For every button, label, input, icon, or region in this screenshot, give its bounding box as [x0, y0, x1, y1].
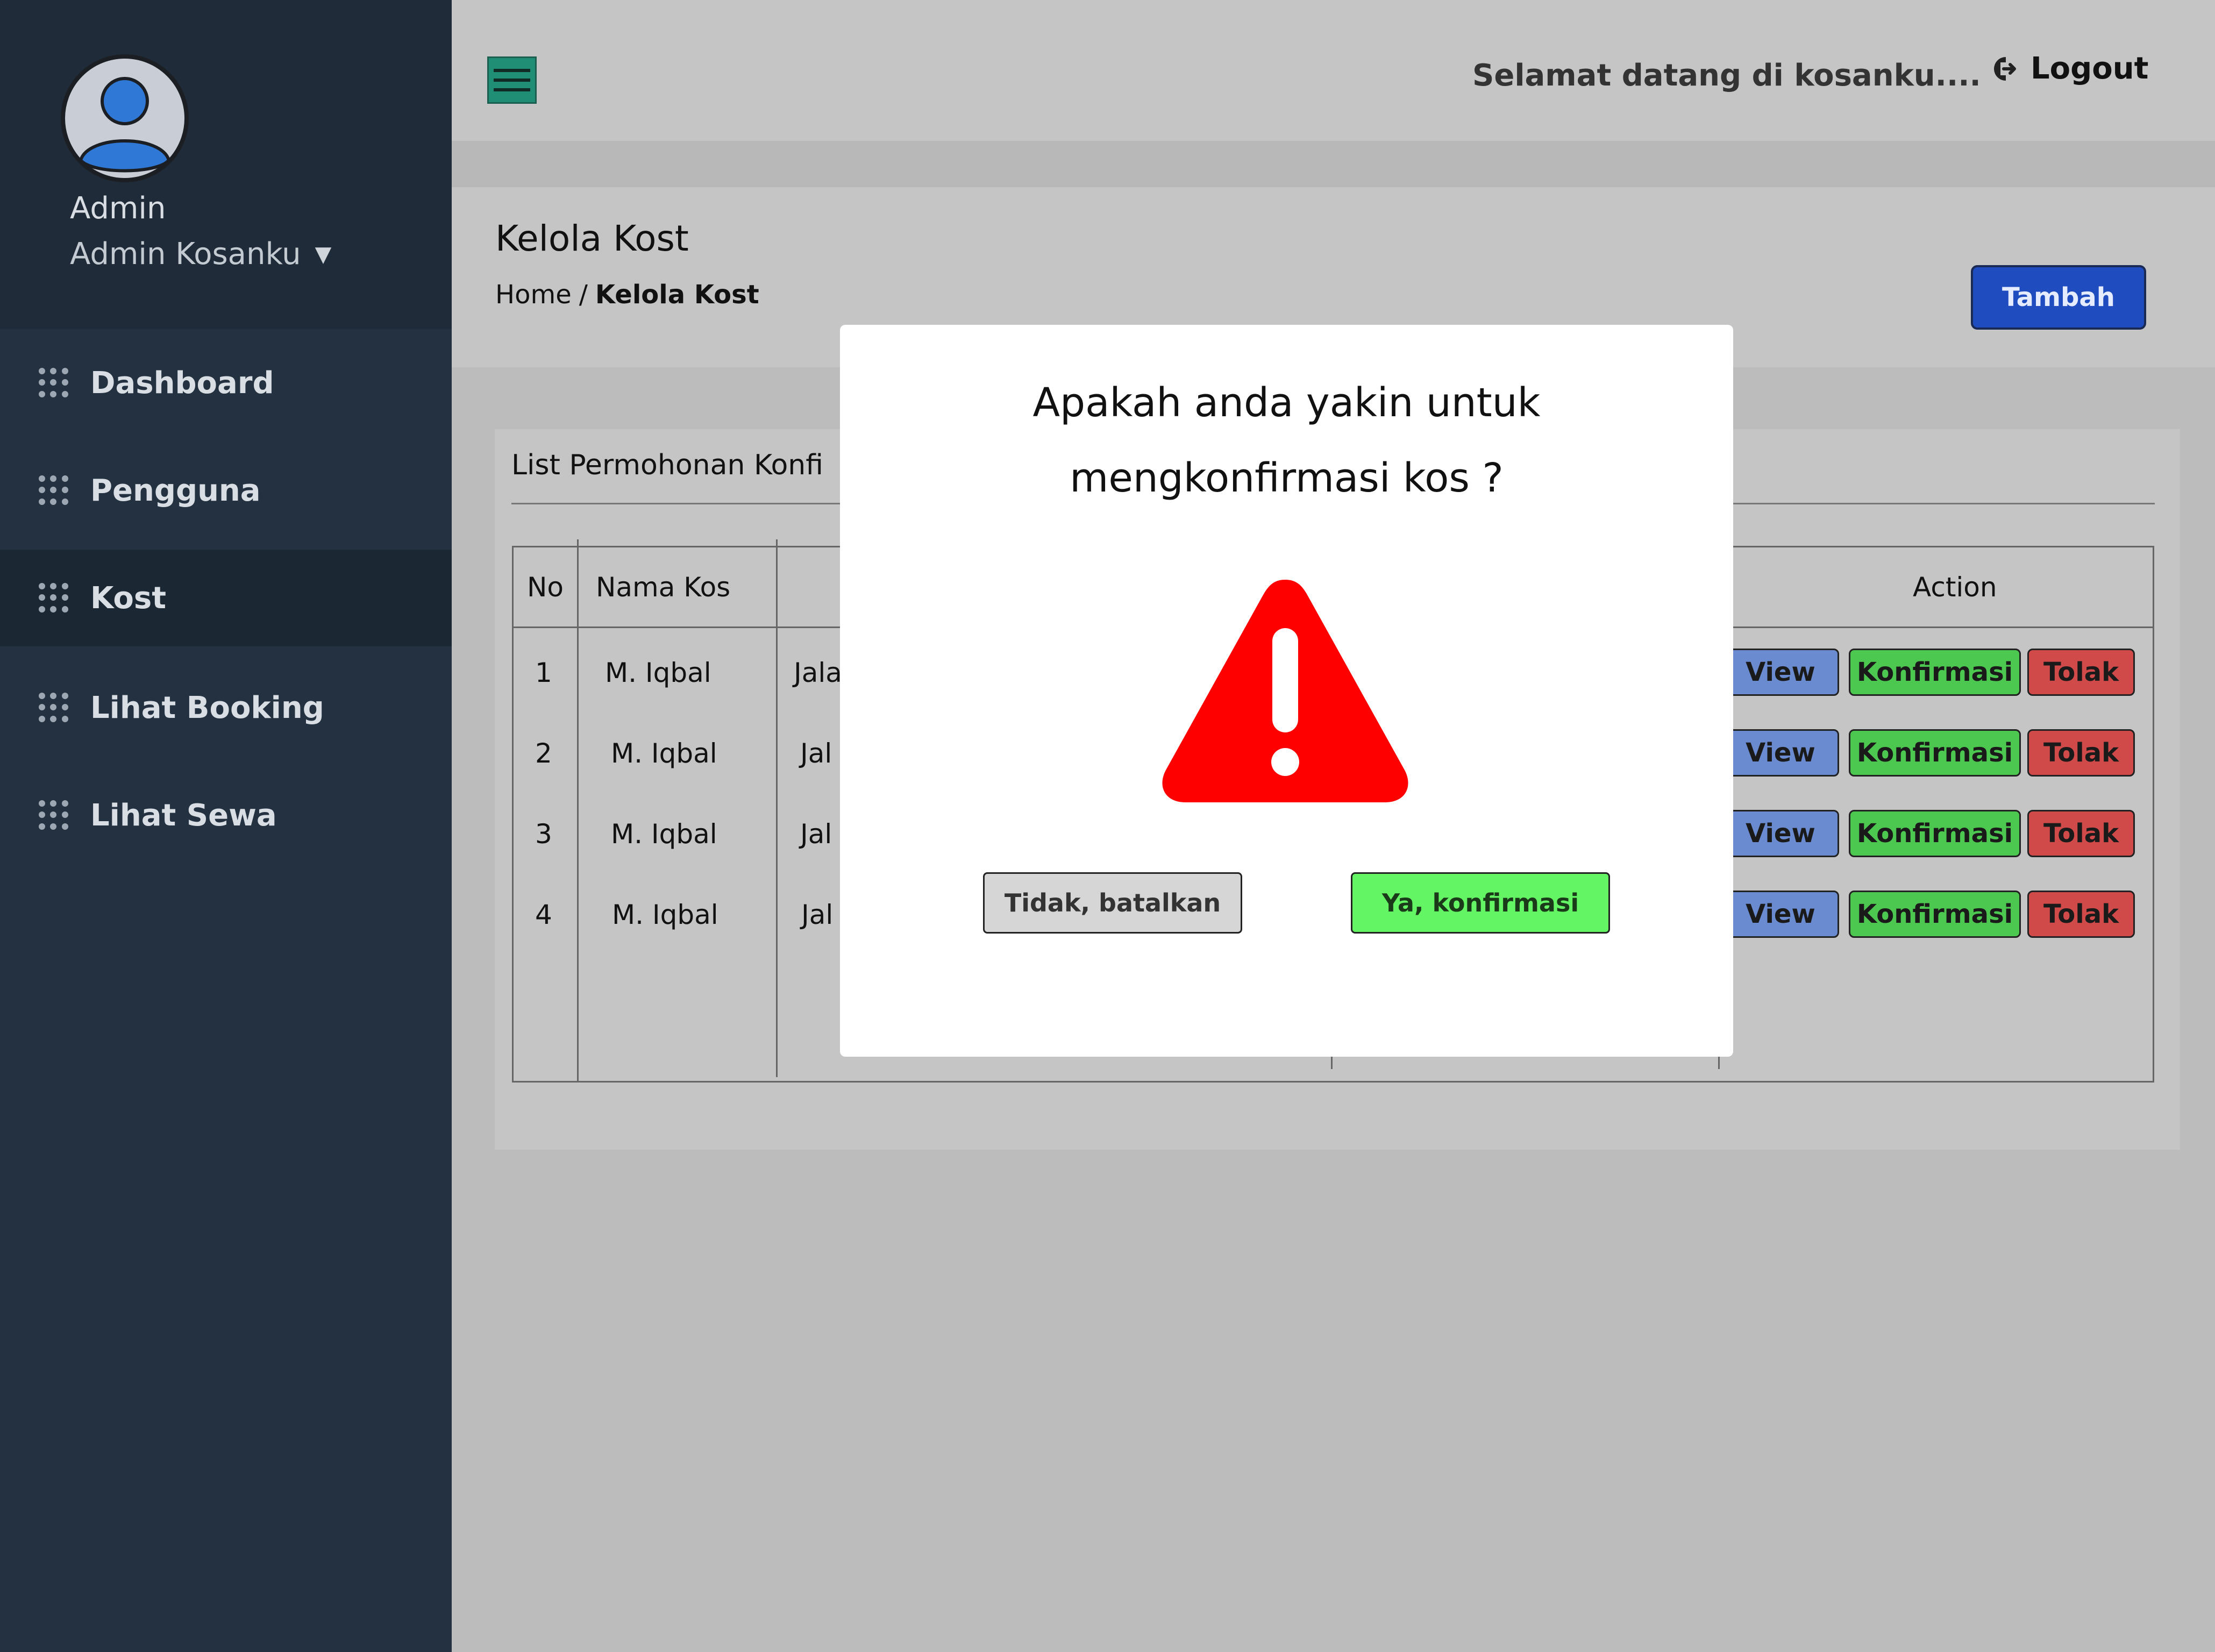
reject-button[interactable]: Tolak — [2027, 649, 2135, 696]
breadcrumb-home[interactable]: Home — [495, 280, 572, 310]
header-nama-kos: Nama Kos — [596, 572, 731, 603]
reject-button[interactable]: Tolak — [2027, 729, 2135, 777]
row-name: M. Iqbal — [611, 738, 717, 769]
sidebar-item-lihat-sewa[interactable]: Lihat Sewa — [0, 767, 452, 864]
breadcrumb-separator: / — [579, 280, 588, 310]
card-title: List Permohonan Konfi — [511, 449, 823, 481]
confirm-row-button[interactable]: Konfirmasi — [1849, 729, 2021, 777]
caret-down-icon: ▼ — [315, 241, 332, 267]
sidebar-item-label: Lihat Sewa — [90, 797, 277, 833]
divider-stripe — [452, 141, 2215, 187]
confirm-row-button[interactable]: Konfirmasi — [1849, 649, 2021, 696]
column-divider — [577, 539, 579, 1083]
admin-name: Admin — [70, 191, 166, 226]
add-button[interactable]: Tambah — [1971, 265, 2146, 330]
row-name: M. Iqbal — [605, 657, 711, 688]
confirm-row-button[interactable]: Konfirmasi — [1849, 891, 2021, 938]
sidebar-item-label: Kost — [90, 580, 166, 616]
row-no: 2 — [535, 738, 552, 769]
sidebar-item-lihat-booking[interactable]: Lihat Booking — [0, 659, 452, 756]
admin-role-label: Admin Kosanku — [70, 237, 301, 272]
grid-dots-icon — [39, 368, 69, 398]
header-no: No — [527, 572, 564, 603]
grid-dots-icon — [39, 583, 69, 613]
row-name: M. Iqbal — [612, 899, 718, 930]
grid-dots-icon — [39, 693, 69, 723]
hamburger-menu-icon[interactable] — [487, 56, 537, 104]
welcome-text: Selamat datang di kosanku.... — [1472, 58, 1981, 93]
grid-dots-icon — [39, 800, 69, 830]
reject-button[interactable]: Tolak — [2027, 891, 2135, 938]
cancel-button[interactable]: Tidak, batalkan — [983, 872, 1242, 934]
sidebar-item-label: Pengguna — [90, 473, 261, 508]
sidebar-item-kost[interactable]: Kost — [0, 550, 452, 646]
sidebar-item-dashboard[interactable]: Dashboard — [0, 334, 452, 431]
row-address: Jal — [801, 899, 834, 930]
header-action: Action — [1913, 572, 1997, 603]
row-address: Jalа — [794, 657, 842, 688]
dialog-message-line-2: mengkonfirmasi kos ? — [1070, 455, 1504, 501]
sidebar-item-label: Dashboard — [90, 365, 274, 401]
view-button[interactable]: View — [1722, 649, 1839, 696]
view-button[interactable]: View — [1722, 891, 1839, 938]
dialog-message-line-1: Apakah anda yakin untuk — [1032, 380, 1541, 426]
logout-button[interactable]: Logout — [1990, 51, 2148, 86]
sidebar-item-label: Lihat Booking — [90, 690, 324, 725]
breadcrumb: Home / Kelola Kost — [495, 280, 759, 310]
row-no: 1 — [535, 657, 552, 688]
sidebar-item-pengguna[interactable]: Pengguna — [0, 442, 452, 539]
row-address: Jal — [800, 738, 832, 769]
column-divider — [776, 539, 778, 1077]
warning-icon — [1162, 580, 1408, 802]
avatar — [61, 54, 189, 182]
row-no: 3 — [535, 818, 552, 850]
sidebar: Admin Admin Kosanku ▼ Dashboard Pengguna… — [0, 0, 452, 1652]
grid-dots-icon — [39, 475, 69, 505]
admin-role-dropdown[interactable]: Admin Kosanku ▼ — [70, 237, 331, 272]
view-button[interactable]: View — [1722, 729, 1839, 777]
row-name: M. Iqbal — [611, 818, 717, 850]
row-no: 4 — [535, 899, 552, 930]
profile-panel: Admin Admin Kosanku ▼ — [0, 0, 452, 329]
confirm-button[interactable]: Ya, konfirmasi — [1351, 872, 1610, 934]
row-address: Jal — [800, 818, 832, 850]
confirm-row-button[interactable]: Konfirmasi — [1849, 810, 2021, 857]
view-button[interactable]: View — [1722, 810, 1839, 857]
reject-button[interactable]: Tolak — [2027, 810, 2135, 857]
logout-icon — [1994, 56, 2016, 81]
logout-label: Logout — [2031, 51, 2149, 86]
breadcrumb-current: Kelola Kost — [595, 280, 759, 310]
page-title: Kelola Kost — [495, 218, 689, 259]
